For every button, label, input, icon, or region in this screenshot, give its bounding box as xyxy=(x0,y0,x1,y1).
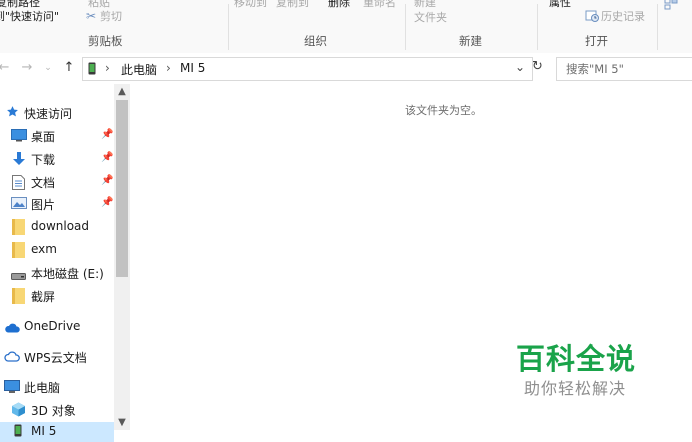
nav-quick-access[interactable]: 快速访问 xyxy=(0,103,114,123)
nav-item-3d-objects[interactable]: 3D 对象 xyxy=(0,400,114,420)
nav-item-documents[interactable]: 文档 📌 xyxy=(0,172,114,192)
drive-icon xyxy=(11,269,26,283)
ribbon-separator xyxy=(405,4,406,50)
folder-icon xyxy=(12,219,25,238)
star-icon xyxy=(6,105,19,121)
ribbon-separator xyxy=(537,4,538,50)
nav-item-label: 截屏 xyxy=(31,290,56,304)
ribbon-rename[interactable]: 重命名 xyxy=(363,0,396,10)
address-separator: › xyxy=(166,61,171,75)
nav-item-label: 本地磁盘 (E:) xyxy=(31,267,104,281)
recent-locations-chevron-icon[interactable]: ⌄ xyxy=(40,59,56,77)
group-clipboard: 剪贴板 xyxy=(88,34,123,48)
pin-icon: 📌 xyxy=(101,129,114,140)
search-box[interactable]: 搜索"MI 5" xyxy=(556,57,692,81)
computer-icon xyxy=(4,380,20,397)
folder-icon xyxy=(12,288,25,307)
watermark-subtitle: 助你轻松解决 xyxy=(524,379,627,398)
nav-item-desktop[interactable]: 桌面 📌 xyxy=(0,126,114,146)
ribbon-pin-quick-access[interactable]: 到"快速访问" xyxy=(0,8,59,24)
document-icon xyxy=(12,175,25,193)
nav-wps-label: WPS云文档 xyxy=(24,351,87,365)
breadcrumb-mi5[interactable]: MI 5 xyxy=(180,61,205,75)
scroll-up-arrow-icon[interactable]: ▲ xyxy=(114,86,130,97)
address-separator: › xyxy=(105,61,110,75)
nav-onedrive[interactable]: OneDrive xyxy=(0,317,114,337)
cloud-icon xyxy=(4,322,20,336)
breadcrumb-this-pc[interactable]: 此电脑 xyxy=(121,61,157,78)
nav-onedrive-label: OneDrive xyxy=(24,319,81,333)
history-icon xyxy=(585,9,601,22)
ribbon-move-to[interactable]: 移动到 xyxy=(234,0,267,10)
group-organize: 组织 xyxy=(304,34,327,48)
download-arrow-icon xyxy=(11,152,27,169)
group-open: 打开 xyxy=(585,34,608,48)
refresh-icon[interactable]: ↻ xyxy=(532,59,543,74)
nav-quick-access-label: 快速访问 xyxy=(24,107,73,121)
folder-icon xyxy=(12,242,25,261)
phone-icon xyxy=(88,62,96,78)
desktop-icon xyxy=(11,129,27,145)
nav-item-mi5[interactable]: MI 5 xyxy=(0,422,114,442)
search-placeholder: 搜索"MI 5" xyxy=(566,62,624,76)
nav-item-label: 桌面 xyxy=(31,130,56,144)
pin-icon: 📌 xyxy=(101,175,114,186)
address-row: ← → ⌄ ↑ › 此电脑 › MI 5 ⌄ ↻ 搜索"MI 5" xyxy=(0,53,692,84)
nav-this-pc[interactable]: 此电脑 xyxy=(0,377,114,397)
empty-folder-message: 该文件夹为空。 xyxy=(405,104,482,117)
nav-this-pc-label: 此电脑 xyxy=(24,381,61,395)
nav-item-pictures[interactable]: 图片 📌 xyxy=(0,194,114,214)
ribbon-new-folder-sub: 文件夹 xyxy=(414,11,447,24)
ribbon-history-label: 历史记录 xyxy=(601,10,645,23)
nav-item-label: 文档 xyxy=(31,176,56,190)
nav-item-label: 图片 xyxy=(31,198,56,212)
group-new: 新建 xyxy=(459,34,482,48)
wps-cloud-icon xyxy=(4,351,20,365)
ribbon-cut-label: 剪切 xyxy=(100,10,122,23)
ribbon-separator xyxy=(228,4,229,50)
nav-item-label: 下载 xyxy=(31,153,56,167)
address-dropdown-chevron-icon[interactable]: ⌄ xyxy=(515,60,525,74)
nav-item-label: download xyxy=(31,219,90,233)
nav-item-download-folder[interactable]: download xyxy=(0,217,114,237)
pictures-icon xyxy=(11,197,27,213)
pin-icon: 📌 xyxy=(101,152,114,163)
ribbon-properties[interactable]: 属性 xyxy=(549,0,571,10)
nav-wps-cloud[interactable]: WPS云文档 xyxy=(0,347,114,367)
ribbon-delete[interactable]: 删除 xyxy=(328,0,350,10)
scroll-down-arrow-icon[interactable]: ▼ xyxy=(114,417,130,428)
nav-item-screenshots-folder[interactable]: 截屏 xyxy=(0,286,114,306)
ribbon-separator xyxy=(657,4,658,50)
up-arrow-icon[interactable]: ↑ xyxy=(61,59,77,77)
ribbon-history[interactable]: 历史记录 xyxy=(585,8,645,24)
cube-3d-icon xyxy=(11,402,26,420)
forward-arrow-icon[interactable]: → xyxy=(19,59,35,77)
ribbon-copy-to[interactable]: 复制到 xyxy=(276,0,309,10)
ribbon-cut[interactable]: ✂ 剪切 xyxy=(86,8,122,24)
nav-item-local-disk-e[interactable]: 本地磁盘 (E:) xyxy=(0,263,114,283)
address-bar[interactable]: › 此电脑 › MI 5 ⌄ xyxy=(82,57,533,81)
nav-scrollbar-thumb[interactable] xyxy=(116,100,128,277)
navigation-pane: 快速访问 桌面 📌 下载 📌 文档 📌 图片 📌 download exm 本地… xyxy=(0,84,130,442)
nav-item-label: exm xyxy=(31,242,57,256)
ribbon: 复制路径 粘贴 移动到 复制到 删除 重命名 新建 属性 到"快速访问" ✂ 剪切… xyxy=(0,0,692,54)
nav-item-downloads[interactable]: 下载 📌 xyxy=(0,149,114,169)
nav-item-exm-folder[interactable]: exm xyxy=(0,240,114,260)
nav-item-label: MI 5 xyxy=(31,424,57,438)
back-arrow-icon[interactable]: ← xyxy=(0,59,12,77)
nav-item-label: 3D 对象 xyxy=(31,404,76,418)
phone-icon xyxy=(14,424,22,440)
select-icon[interactable] xyxy=(664,0,678,13)
scissors-icon: ✂ xyxy=(86,9,97,23)
watermark-title: 百科全说 xyxy=(516,342,637,376)
pin-icon: 📌 xyxy=(101,197,114,208)
